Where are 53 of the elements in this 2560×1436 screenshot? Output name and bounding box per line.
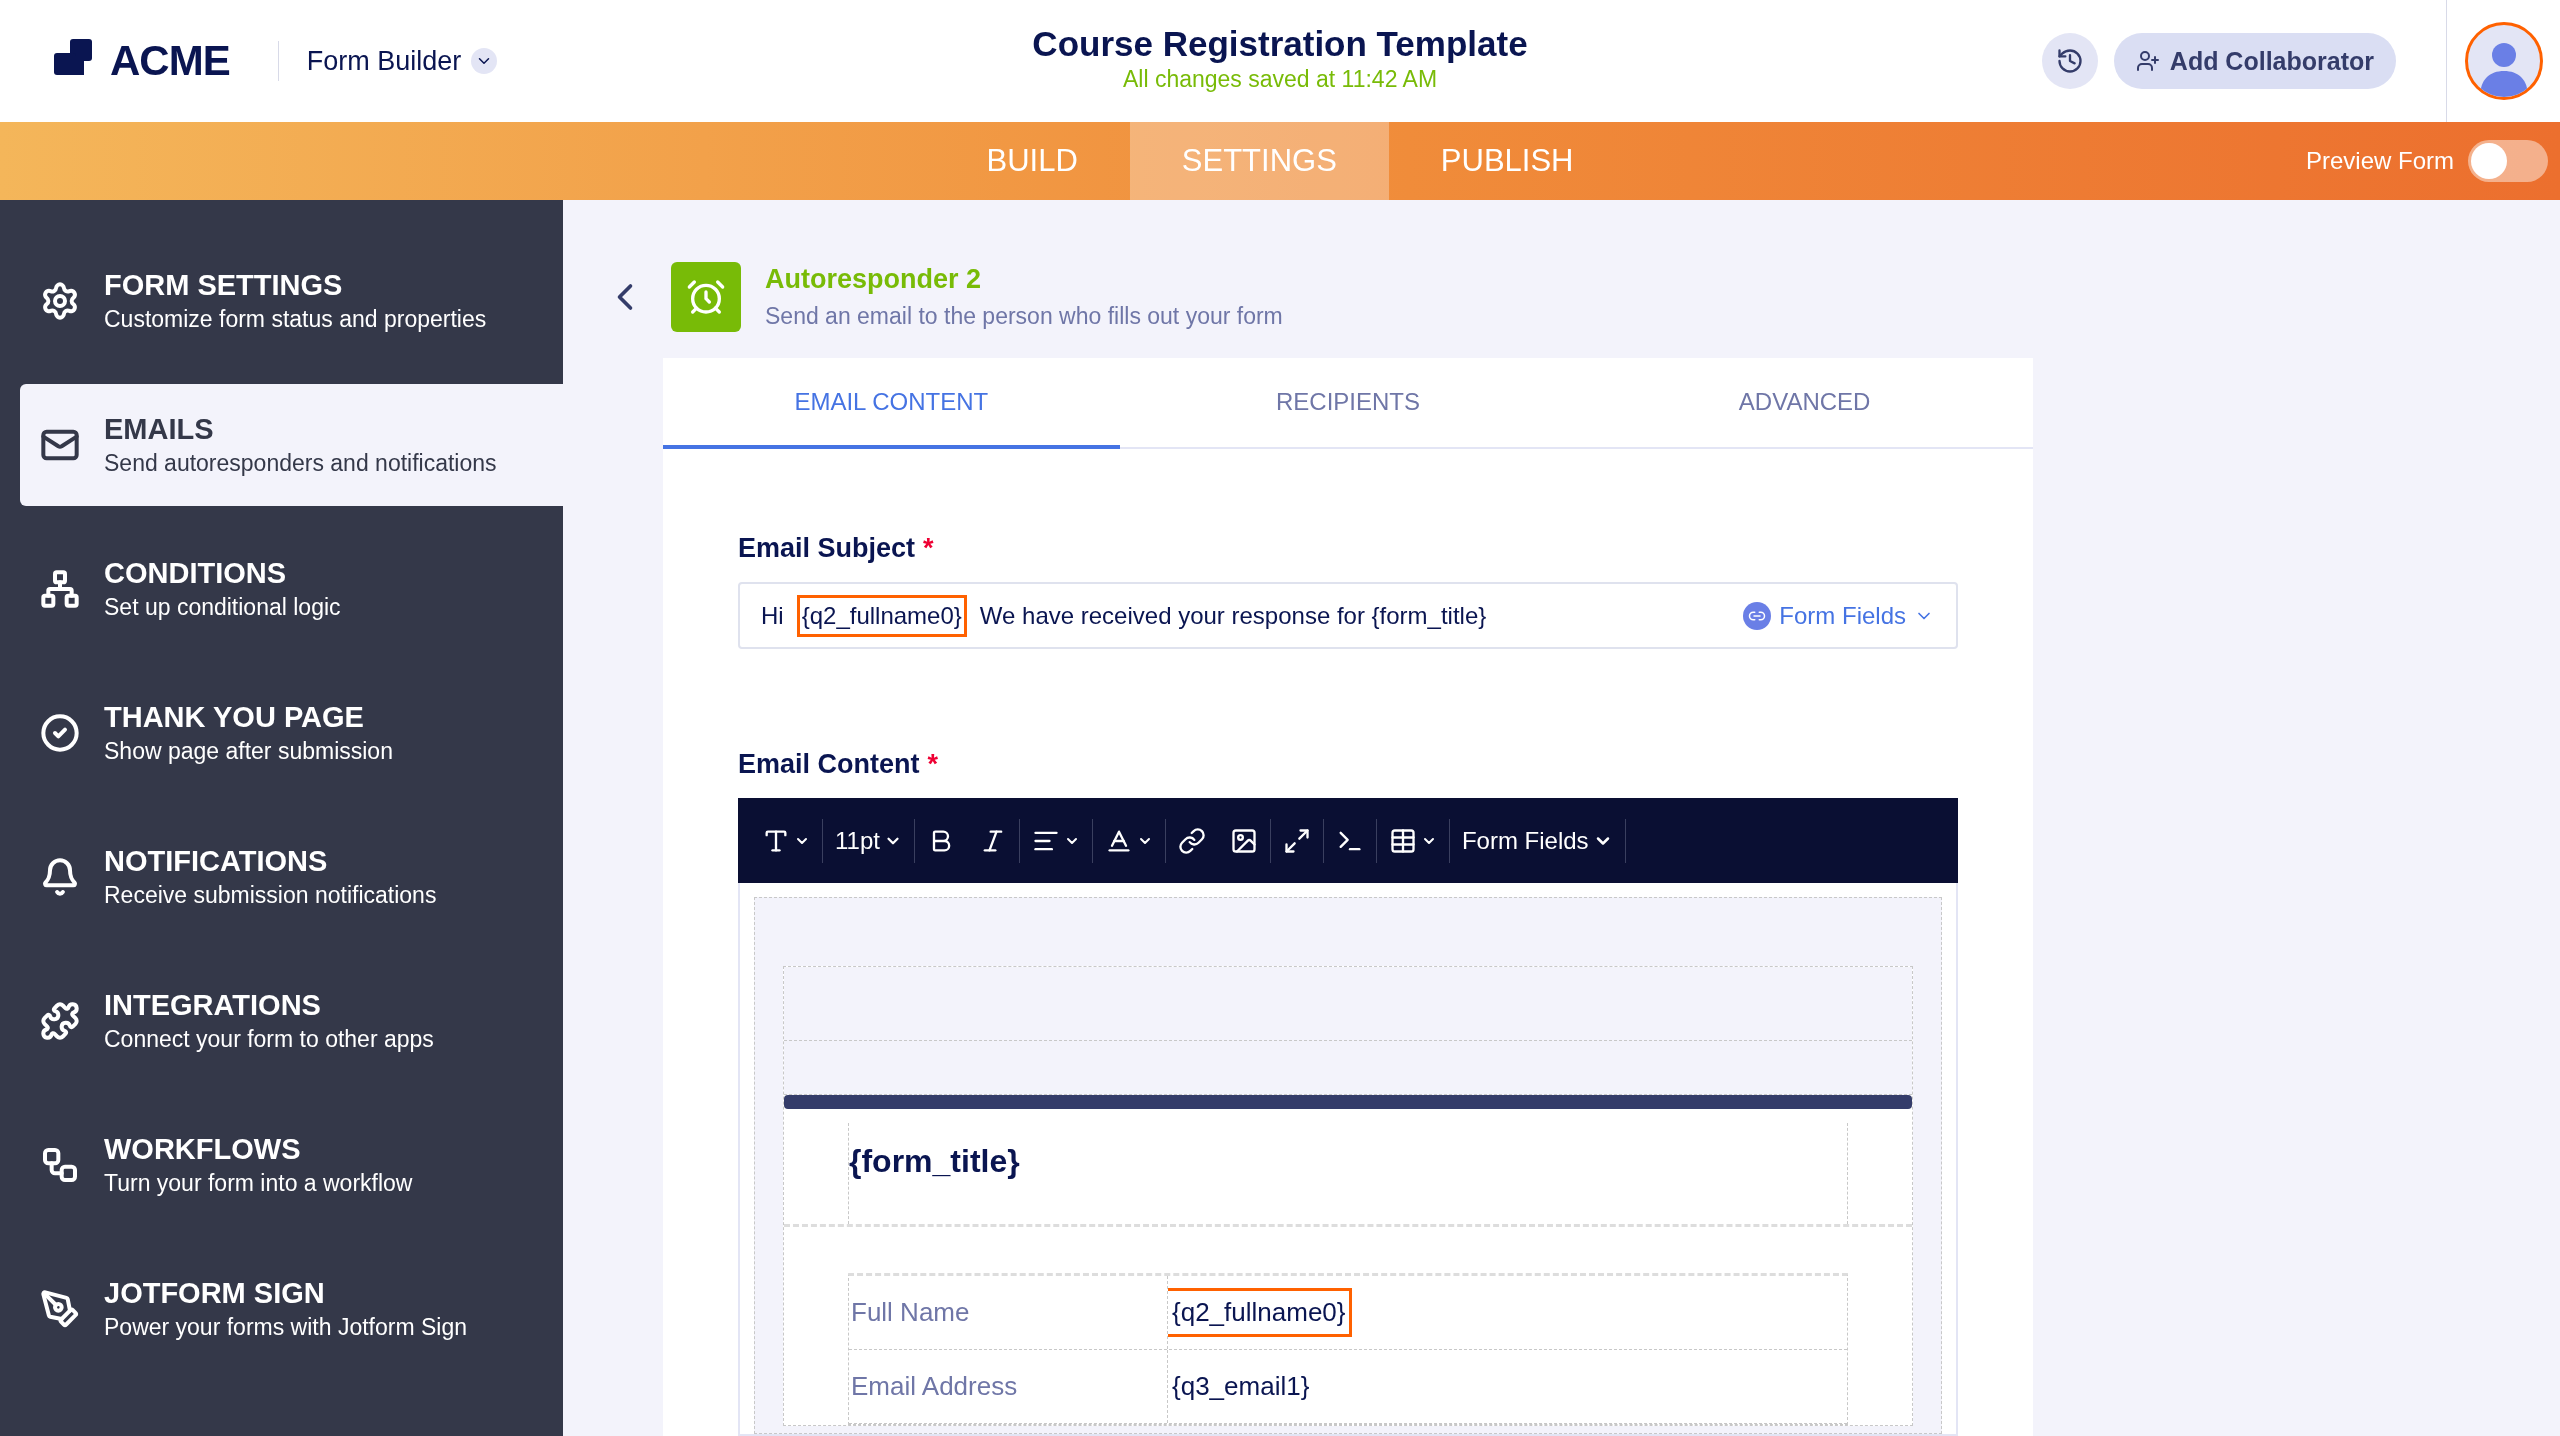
save-status: All changes saved at 11:42 AM [1122,66,1438,93]
table-icon [1388,826,1417,855]
caret-icon [471,48,498,74]
row-label: Email Address [850,1371,1019,1402]
sidebar-item[interactable]: THANK YOU PAGE Show page after submission [20,672,563,794]
sidebar-item[interactable]: NOTIFICATIONS Receive submission notifications [20,816,563,938]
image-icon [1229,826,1258,855]
subject-field[interactable]: Hi {q2_fullname0} We have received your response for {form_title} Form Fields [738,582,1958,649]
sidebar-item[interactable]: JOTFORM SIGN Power your forms with Jotform Sign [20,1248,563,1370]
sidebar-item[interactable]: FORM SETTINGS Customize form status and properties [20,240,563,362]
highlighted-token: {q2_fullname0} [796,594,967,637]
font-size-dropdown[interactable]: 11pt [823,818,915,863]
tab[interactable]: RECIPIENTS [1119,358,1577,449]
highlighted-token: {q2_fullname0} [1168,1288,1353,1337]
app-menu[interactable]: Form Builder [277,41,504,81]
gear-icon [40,281,80,321]
subject-text: Hi [760,600,785,631]
autoresponder-description: Send an email to the person who fills out your form [765,303,1283,330]
sidebar-item[interactable]: WORKFLOWS Turn your form into a workflow [20,1104,563,1226]
puzzle-icon [40,1001,80,1041]
sidebar-item[interactable]: INTEGRATIONS Connect your form to other apps [20,960,563,1082]
hierarchy-icon [40,569,80,609]
preview-form-label: Preview Form [2305,147,2454,175]
email-editor[interactable]: {form_title} Full Name {q2_fullname0} Email Address {q3_email1} [738,883,1958,1436]
alarm-clock-icon [671,262,741,332]
email-heading: {form_title} [849,1143,1020,1179]
history-icon [2055,47,2084,75]
workflow-icon [40,1145,80,1185]
row-label: Full Name [850,1297,971,1328]
add-collaborator-button[interactable]: Add Collaborator [2113,33,2396,89]
user-plus-icon [2135,49,2160,73]
link-icon [1177,826,1206,855]
pen-icon [40,1289,80,1329]
row-value: {q3_email1} [1171,1370,1311,1403]
form-fields-button[interactable]: Form Fields [1737,600,1940,631]
field-label: Email Content [738,749,920,780]
tab[interactable]: ADVANCED [1576,358,2033,449]
preview-toggle[interactable] [2468,140,2548,182]
tab[interactable]: EMAIL CONTENT [663,358,1120,449]
expand-icon [1282,826,1311,855]
required-mark: * [927,749,939,780]
bell-icon [40,857,80,897]
sidebar-item[interactable]: EMAILS Send autoresponders and notifications [20,384,563,506]
form-fields-dropdown[interactable]: Form Fields [1449,818,1626,863]
sidebar-item[interactable]: CONDITIONS Set up conditional logic [20,528,563,650]
autoresponder-title: Autoresponder 2 [765,264,983,295]
subject-text: We have received your response for {form_title} [978,600,1488,631]
logo-text: ACME [110,37,230,85]
field-label: Email Subject [738,533,916,564]
link-icon [1743,601,1772,630]
check-circle-icon [40,713,80,753]
required-mark: * [923,533,934,564]
form-title: Course Registration Template [1032,24,1528,64]
